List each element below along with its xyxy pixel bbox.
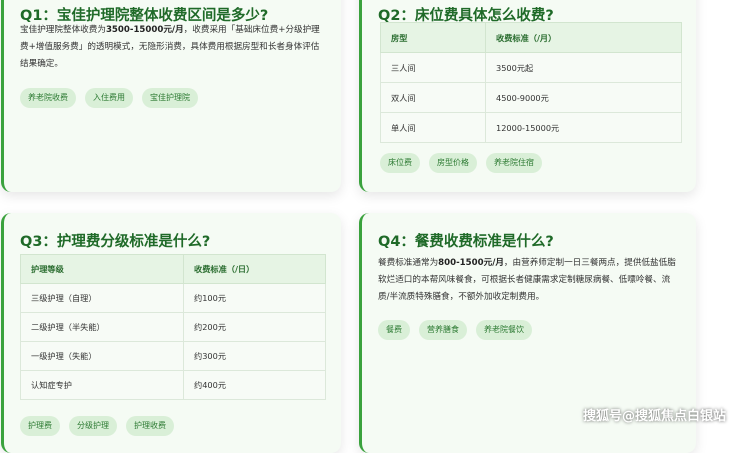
table-row: 双人间 4500-9000元 <box>380 82 682 113</box>
q1-tags: 养老院收费 入住费用 宝佳护理院 <box>20 88 198 108</box>
tag-graded-care[interactable]: 分级护理 <box>69 416 117 436</box>
faq-card-q3: Q3：护理费分级标准是什么? 护理等级 收费标准（/日） 三级护理（自理） 约1… <box>1 213 341 453</box>
faq-card-q1: Q1：宝佳护理院整体收费区间是多少? 宝佳护理院整体收费为3500-15000元… <box>1 0 341 192</box>
table-cell: 约300元 <box>183 341 326 371</box>
table-cell: 二级护理（半失能） <box>20 312 184 342</box>
q1-answer-price: 3500-15000元/月 <box>105 25 184 35</box>
tag-room-prices[interactable]: 房型价格 <box>429 153 477 173</box>
q3-title: Q3：护理费分级标准是什么? <box>20 234 211 250</box>
table-cell: 4500-9000元 <box>485 82 682 113</box>
bed-fee-table: 房型 收费标准（/月） 三人间 3500元起 双人间 4500-9000元 单人… <box>380 22 682 143</box>
tag-meal-fee[interactable]: 餐费 <box>378 320 410 340</box>
q4-answer: 餐费标准通常为800-1500元/月，由营养师定制一日三餐两点，提供低盐低脂软烂… <box>378 255 678 306</box>
q4-tags: 餐费 营养膳食 养老院餐饮 <box>378 320 532 340</box>
table-cell: 三人间 <box>380 52 486 83</box>
table-header-row: 护理等级 收费标准（/日） <box>20 254 326 284</box>
table-header-row: 房型 收费标准（/月） <box>380 22 682 53</box>
q1-answer: 宝佳护理院整体收费为3500-15000元/月，收费采用「基础床位费+分级护理费… <box>20 22 320 73</box>
tag-care-fee[interactable]: 护理费 <box>20 416 60 436</box>
tag-bed-fee[interactable]: 床位费 <box>380 153 420 173</box>
tag-admission-fees[interactable]: 入住费用 <box>85 88 133 108</box>
table-header-care-level: 护理等级 <box>20 254 184 284</box>
table-cell: 双人间 <box>380 82 486 113</box>
tag-nursing-home-fees[interactable]: 养老院收费 <box>20 88 76 108</box>
table-cell: 约100元 <box>183 283 326 313</box>
tag-nursing-home-dining[interactable]: 养老院餐饮 <box>476 320 532 340</box>
table-header-fee: 收费标准（/日） <box>183 254 326 284</box>
table-cell: 约400元 <box>183 370 326 400</box>
table-cell: 单人间 <box>380 112 486 143</box>
q3-tags: 护理费 分级护理 护理收费 <box>20 416 174 436</box>
table-cell: 12000-15000元 <box>485 112 682 143</box>
q4-answer-pre: 餐费标准通常为 <box>378 258 439 268</box>
tag-baojia-nursing-home[interactable]: 宝佳护理院 <box>142 88 198 108</box>
care-fee-table: 护理等级 收费标准（/日） 三级护理（自理） 约100元 二级护理（半失能） 约… <box>20 254 326 400</box>
table-cell: 一级护理（失能） <box>20 341 184 371</box>
tag-nutrition-meals[interactable]: 营养膳食 <box>419 320 467 340</box>
q2-tags: 床位费 房型价格 养老院住宿 <box>380 153 542 173</box>
table-row: 三级护理（自理） 约100元 <box>20 283 326 313</box>
table-cell: 三级护理（自理） <box>20 283 184 313</box>
table-row: 单人间 12000-15000元 <box>380 112 682 143</box>
q1-answer-pre: 宝佳护理院整体收费为 <box>20 25 106 35</box>
table-row: 认知症专护 约400元 <box>20 370 326 400</box>
tag-nursing-home-accommodation[interactable]: 养老院住宿 <box>486 153 542 173</box>
faq-card-q2: Q2：床位费具体怎么收费? 房型 收费标准（/月） 三人间 3500元起 双人间… <box>359 0 696 192</box>
q4-answer-price: 800-1500元/月 <box>438 258 504 268</box>
table-row: 二级护理（半失能） 约200元 <box>20 312 326 342</box>
table-cell: 3500元起 <box>485 52 682 83</box>
table-header-fee: 收费标准（/月） <box>485 22 682 53</box>
table-row: 三人间 3500元起 <box>380 52 682 83</box>
table-cell: 约200元 <box>183 312 326 342</box>
tag-care-charges[interactable]: 护理收费 <box>126 416 174 436</box>
table-cell: 认知症专护 <box>20 370 184 400</box>
q4-title: Q4：餐费收费标准是什么? <box>378 234 554 250</box>
watermark: 搜狐号@搜狐焦点白银站 <box>582 409 726 424</box>
table-row: 一级护理（失能） 约300元 <box>20 341 326 371</box>
table-header-room-type: 房型 <box>380 22 486 53</box>
